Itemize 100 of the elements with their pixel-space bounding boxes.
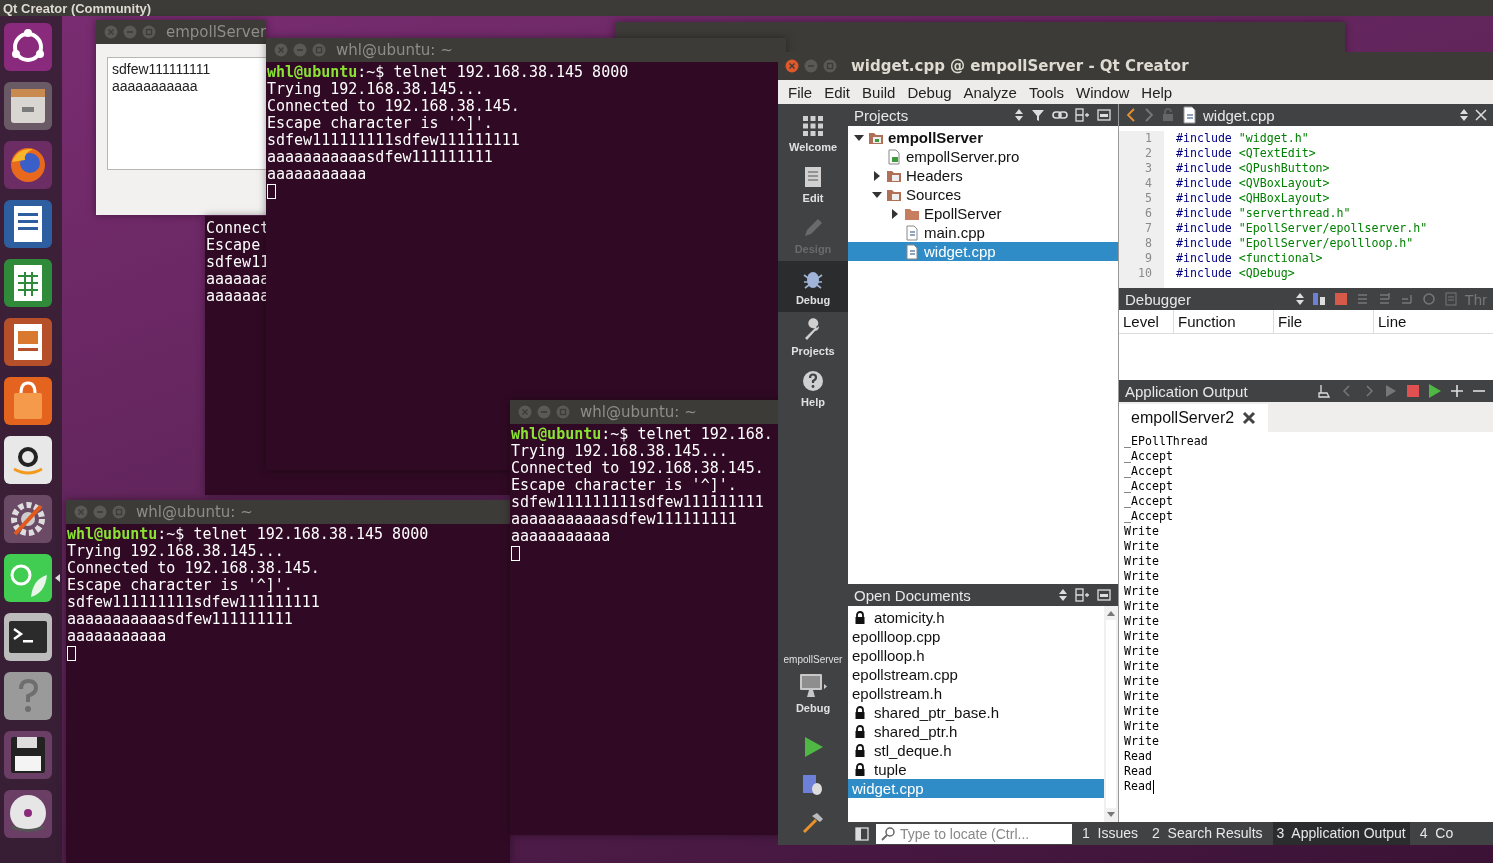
pane-tab[interactable]: 2 Search Results [1148,822,1267,845]
terminal-line: Trying 192.168.38.145... [267,81,484,98]
output-line: _Accept [1124,509,1173,524]
menu-item[interactable]: Help [1141,83,1173,101]
expanded-arrow-icon[interactable] [872,189,882,200]
filter-icon[interactable] [1030,107,1046,123]
locator-field[interactable]: Type to locate (Ctrl... [876,823,1072,844]
terminal-line: Connected to 192.168.38.145. [267,98,520,115]
close-panel-icon[interactable] [1096,587,1112,603]
text-area[interactable]: sdfew111111111 aaaaaaaaaaa [107,57,266,170]
shopping-bag-icon[interactable] [3,376,53,426]
gear-wrench-icon[interactable] [3,494,53,544]
terminal-line: aaaaaaaaaaa [511,528,611,545]
presentation-icon[interactable] [3,317,53,367]
sort-arrows-icon[interactable] [1459,108,1469,122]
document-item[interactable]: epollstream.h [848,684,1104,703]
menu-item[interactable]: Edit [824,83,851,101]
document-item[interactable]: epollloop.cpp [848,627,1104,646]
output-tab[interactable]: empollServer2 [1119,404,1269,432]
line-number: 1 [1144,131,1152,146]
spreadsheet-icon[interactable] [3,258,53,308]
column-header[interactable]: Line [1374,310,1493,333]
line-number: 2 [1144,146,1152,161]
grid-icon [801,114,825,138]
window-title: whl@ubuntu: ~ [580,403,697,421]
target-selector[interactable]: Debug [778,665,848,721]
window-title: widget.cpp @ empollServer - Qt Creator [851,57,1189,75]
menu-item[interactable]: Analyze [963,83,1017,101]
drawer-icon[interactable] [3,81,53,131]
split-icon[interactable] [1074,107,1090,123]
lock-icon [854,762,866,777]
column-header[interactable]: File [1274,310,1374,333]
line-number: 8 [1144,236,1152,251]
tree-item[interactable]: main.cpp [848,223,1118,242]
sort-arrows-icon[interactable] [1058,588,1068,602]
pane-tab[interactable]: 1 Issues [1078,822,1143,845]
file-tab[interactable]: widget.cpp [1203,106,1275,124]
document-item[interactable]: shared_ptr_base.h [848,703,1104,722]
menu-item[interactable]: Build [862,83,896,101]
collapsed-arrow-icon[interactable] [890,208,900,219]
document-item[interactable]: atomicity.h [848,608,1104,627]
code-line: #include "EpollServer/epollserver.h" [1176,221,1428,236]
tree-item[interactable]: Sources [848,185,1118,204]
sort-arrows-icon[interactable] [1014,108,1024,122]
globe-icon[interactable] [3,140,53,190]
circle-logo-icon[interactable] [3,22,53,72]
terminal-line: sdfew111111111sdfew111111111 [511,494,764,511]
leaf-tile-icon[interactable] [3,553,53,603]
menu-item[interactable]: Debug [907,83,952,101]
hammer-icon[interactable] [801,811,825,835]
terminal-icon[interactable] [3,612,53,662]
tree-item[interactable]: widget.cpp [848,242,1118,261]
expanded-arrow-icon[interactable] [854,132,864,143]
output-line: Write [1124,554,1159,569]
document-item[interactable]: epollstream.cpp [848,665,1104,684]
line-number: 9 [1144,251,1152,266]
split-icon[interactable] [1074,587,1090,603]
document-icon[interactable] [3,199,53,249]
panel-title: Open Documents [854,586,971,604]
plus-icon[interactable] [1449,383,1465,399]
terminal-line: Trying 192.168.38.145... [67,543,284,560]
output-line: Write [1124,719,1159,734]
sort-arrows-icon[interactable] [1294,292,1305,306]
tree-item[interactable]: empollServer [848,128,1118,147]
menu-item[interactable]: Tools [1028,83,1064,101]
document-item[interactable]: stl_deque.h [848,741,1104,760]
stop-icon[interactable] [1405,383,1421,399]
pane-tab[interactable]: 3 Application Output [1272,822,1410,845]
document-item[interactable]: widget.cpp [848,779,1104,798]
question-mark-icon[interactable] [3,671,53,721]
tree-item[interactable]: EpollServer [848,204,1118,223]
tree-item[interactable]: empollServer.pro [848,147,1118,166]
scrollbar[interactable] [1104,606,1118,822]
mode-button[interactable]: Projects [778,312,848,363]
output-line: _Accept [1124,464,1173,479]
mode-button[interactable]: Help [778,363,848,414]
column-header[interactable]: Function [1174,310,1274,333]
tree-item[interactable]: Headers [848,166,1118,185]
document-item[interactable]: tuple [848,760,1104,779]
rerun-icon[interactable] [1427,383,1443,399]
menu-item[interactable]: File [788,83,813,101]
panel-title: Application Output [1125,382,1248,400]
sidebar-toggle-icon[interactable] [854,825,870,842]
pane-tab[interactable]: 4 Co [1415,822,1458,845]
collapsed-arrow-icon[interactable] [872,170,882,181]
column-header[interactable]: Level [1119,310,1174,333]
mode-button[interactable]: Edit [778,159,848,210]
terminal-line: Connected to 192.168.38.145. [67,560,320,577]
panel-title: Projects [854,106,909,124]
document-item[interactable]: epollloop.h [848,646,1104,665]
output-line: _Accept [1124,494,1173,509]
document-item[interactable]: shared_ptr.h [848,722,1104,741]
mode-button[interactable]: Welcome [778,108,848,159]
menu-item[interactable]: Window [1076,83,1130,101]
code-line: #include <QTextEdit> [1176,146,1317,161]
stop-debug-icon[interactable] [1332,291,1349,307]
close-panel-icon[interactable] [1096,107,1112,123]
code-line: #include "widget.h" [1176,131,1310,146]
close-icon[interactable] [1242,411,1257,425]
mode-button[interactable]: Debug [778,261,848,312]
